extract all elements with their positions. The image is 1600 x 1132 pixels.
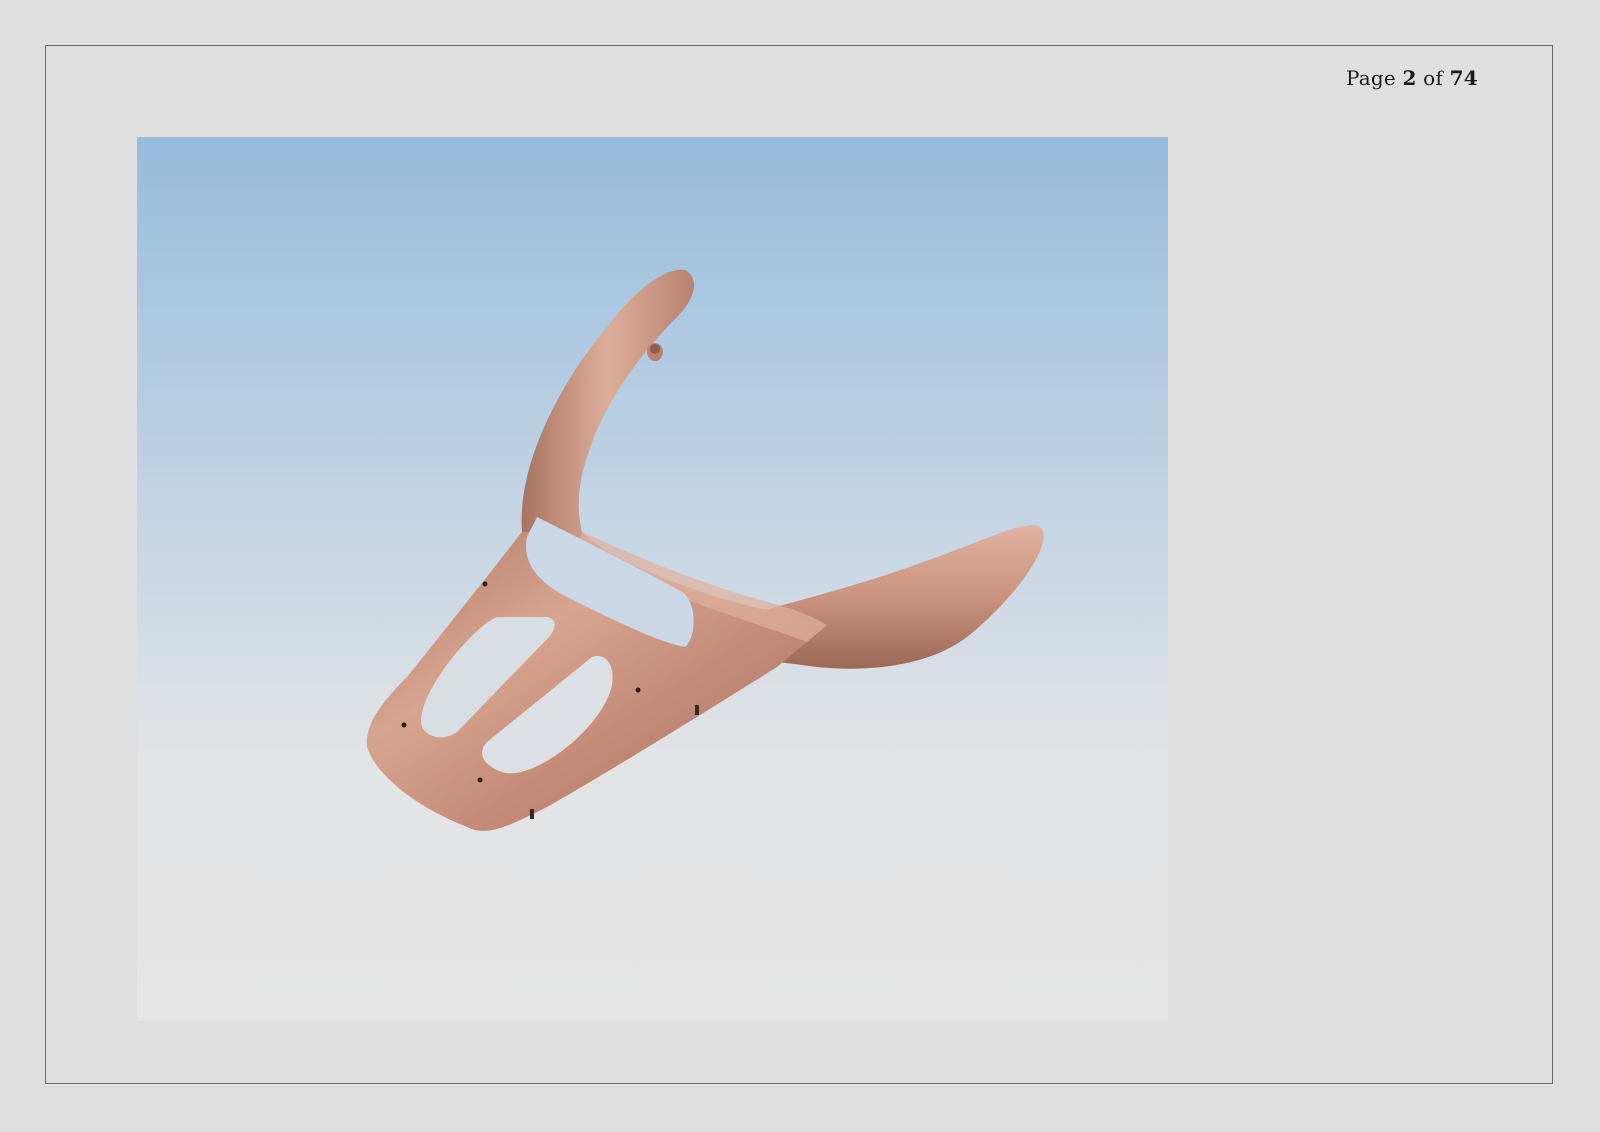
current-page-number: 2 — [1402, 66, 1417, 90]
bolt-hole — [477, 777, 483, 783]
stud — [530, 809, 534, 819]
page-label: Page — [1346, 66, 1396, 90]
stud — [695, 705, 699, 715]
page-number: Page 2 of 74 — [1346, 66, 1478, 90]
luggage-rack-render — [137, 137, 1168, 1021]
cad-render-image — [137, 137, 1168, 1021]
bolt-hole — [401, 722, 407, 728]
bolt-hole — [635, 687, 641, 693]
mounting-peg-hole — [650, 344, 660, 354]
bolt-hole — [482, 581, 488, 587]
page-of-label: of — [1423, 66, 1444, 90]
total-pages-number: 74 — [1449, 66, 1478, 90]
